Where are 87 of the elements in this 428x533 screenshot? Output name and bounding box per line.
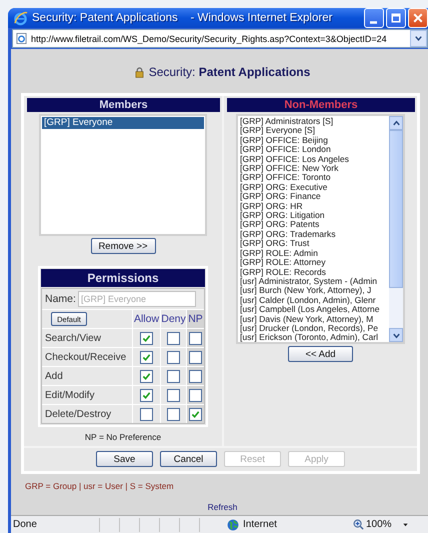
checkbox[interactable]	[140, 388, 153, 402]
maximize-icon	[390, 12, 402, 24]
list-item[interactable]: [GRP] OFFICE: Beijing	[239, 136, 388, 146]
checkbox[interactable]	[140, 332, 153, 344]
address-field[interactable]: http://www.filetrail.com/WS_Demo/Security/Security_Rights.asp?Context=3&ObjectID=24	[12, 29, 428, 48]
remove-button[interactable]: Remove >>	[90, 238, 156, 254]
checkbox[interactable]	[167, 388, 180, 402]
list-item[interactable]: [GRP] OFFICE: London	[239, 145, 388, 155]
close-button[interactable]	[408, 8, 428, 28]
checkbox[interactable]	[140, 370, 153, 382]
security-zone-text: Internet	[243, 519, 278, 530]
checkbox[interactable]	[140, 350, 153, 364]
scroll-down-button[interactable]	[389, 328, 403, 342]
checkbox[interactable]	[140, 408, 153, 420]
list-item[interactable]: [GRP] OFFICE: Toronto	[239, 173, 388, 183]
column-header: Deny	[161, 310, 186, 328]
permission-label: Search/View	[42, 329, 132, 347]
list-item[interactable]: [usr] Erickson (Toronto, Admin), Carl	[239, 333, 388, 343]
list-item[interactable]: [usr] Calder (London, Admin), Glenr	[239, 296, 388, 306]
permission-label: Add	[42, 367, 132, 385]
zoom-dropdown-icon[interactable]	[402, 521, 409, 528]
globe-icon	[227, 518, 239, 530]
list-item[interactable]: [GRP] ORG: Patents	[239, 220, 388, 230]
scrollbar[interactable]	[389, 116, 403, 342]
maximize-button[interactable]	[386, 8, 406, 28]
browser-logo-icon	[13, 10, 28, 26]
list-item[interactable]: [GRP] Everyone [S]	[239, 126, 388, 136]
minimize-icon	[370, 20, 376, 24]
scroll-up-button[interactable]	[389, 116, 403, 130]
checkbox[interactable]	[167, 408, 180, 420]
checkbox[interactable]	[167, 350, 180, 364]
column-header: NP	[187, 310, 204, 328]
scroll-thumb[interactable]	[389, 130, 403, 288]
checkbox[interactable]	[167, 370, 180, 382]
members-header: Members	[27, 98, 220, 112]
add-button[interactable]: << Add	[288, 346, 353, 362]
chevron-down-icon	[414, 34, 423, 43]
minimize-button[interactable]	[364, 8, 384, 28]
list-item[interactable]: [GRP] ORG: Executive	[239, 182, 388, 192]
checkbox[interactable]	[167, 332, 180, 344]
action-button[interactable]: Save	[96, 451, 153, 467]
column-header: Allow	[133, 310, 160, 328]
chevron-up-icon	[392, 118, 400, 128]
checkbox[interactable]	[189, 408, 202, 420]
checkbox[interactable]	[189, 332, 202, 344]
list-item[interactable]: [GRP] OFFICE: Los Angeles	[239, 154, 388, 164]
legend-text: GRP = Group | usr = User | S = System	[25, 481, 175, 491]
list-item[interactable]: [GRP] ROLE: Admin	[239, 248, 388, 258]
list-item[interactable]: [GRP] ORG: Trust	[239, 239, 388, 249]
list-item[interactable]: [GRP] ROLE: Records	[239, 268, 388, 277]
non-members-header: Non-Members	[227, 98, 415, 112]
address-dropdown-button[interactable]	[410, 30, 427, 47]
list-item[interactable]: [GRP] Administrators [S]	[239, 117, 388, 126]
permission-label: Delete/Destroy	[42, 405, 132, 423]
checkbox[interactable]	[189, 370, 202, 382]
checkbox[interactable]	[189, 388, 202, 402]
permissions-header: Permissions	[41, 269, 205, 287]
list-item[interactable]: [usr] Drucker (London, Records), Pe	[239, 324, 388, 334]
list-item[interactable]: [usr] Administrator, System - (Admin	[239, 276, 388, 286]
page-icon	[16, 33, 27, 44]
list-item[interactable]: [usr] Campbell (Los Angeles, Attorne	[239, 305, 388, 315]
list-item[interactable]: [GRP] ORG: Finance	[239, 192, 388, 202]
list-item[interactable]: [usr] Burch (New York, Attorney), J	[239, 286, 388, 296]
permission-label: Checkout/Receive	[42, 348, 132, 366]
lock-icon	[134, 66, 144, 78]
url-text: http://www.filetrail.com/WS_Demo/Security/Security_Rights.asp?Context=3&ObjectID=24	[31, 34, 388, 44]
refresh-link[interactable]: Refresh	[208, 502, 238, 512]
legend-note: NP = No Preference	[84, 432, 162, 442]
list-item[interactable]: [GRP] Everyone	[42, 117, 204, 128]
list-item[interactable]: [GRP] ROLE: Attorney	[239, 258, 388, 268]
members-listbox[interactable]: [GRP] Everyone	[39, 114, 207, 236]
close-icon	[412, 12, 424, 24]
non-members-listbox[interactable]	[236, 114, 405, 344]
status-text: Done	[13, 519, 38, 530]
checkbox[interactable]	[189, 350, 202, 364]
zoom-icon	[353, 519, 364, 530]
page-heading: Security: Patent Applications	[148, 65, 310, 79]
list-item[interactable]: [GRP] OFFICE: New York	[239, 164, 388, 174]
list-item[interactable]: [usr] Davis (New York, Attorney), M	[239, 314, 388, 324]
window-title: Security: Patent Applications - Windows Internet Explorer	[32, 12, 334, 24]
zoom-control[interactable]: 100%	[353, 519, 392, 530]
list-item[interactable]: [GRP] ORG: Litigation	[239, 211, 388, 220]
list-item[interactable]: [GRP] ORG: HR	[239, 202, 388, 212]
permission-label: Edit/Modify	[42, 386, 132, 404]
name-label: Name:	[45, 293, 76, 305]
action-button[interactable]: Cancel	[160, 451, 217, 467]
list-item[interactable]: [GRP] ORG: Trademarks	[239, 230, 388, 240]
